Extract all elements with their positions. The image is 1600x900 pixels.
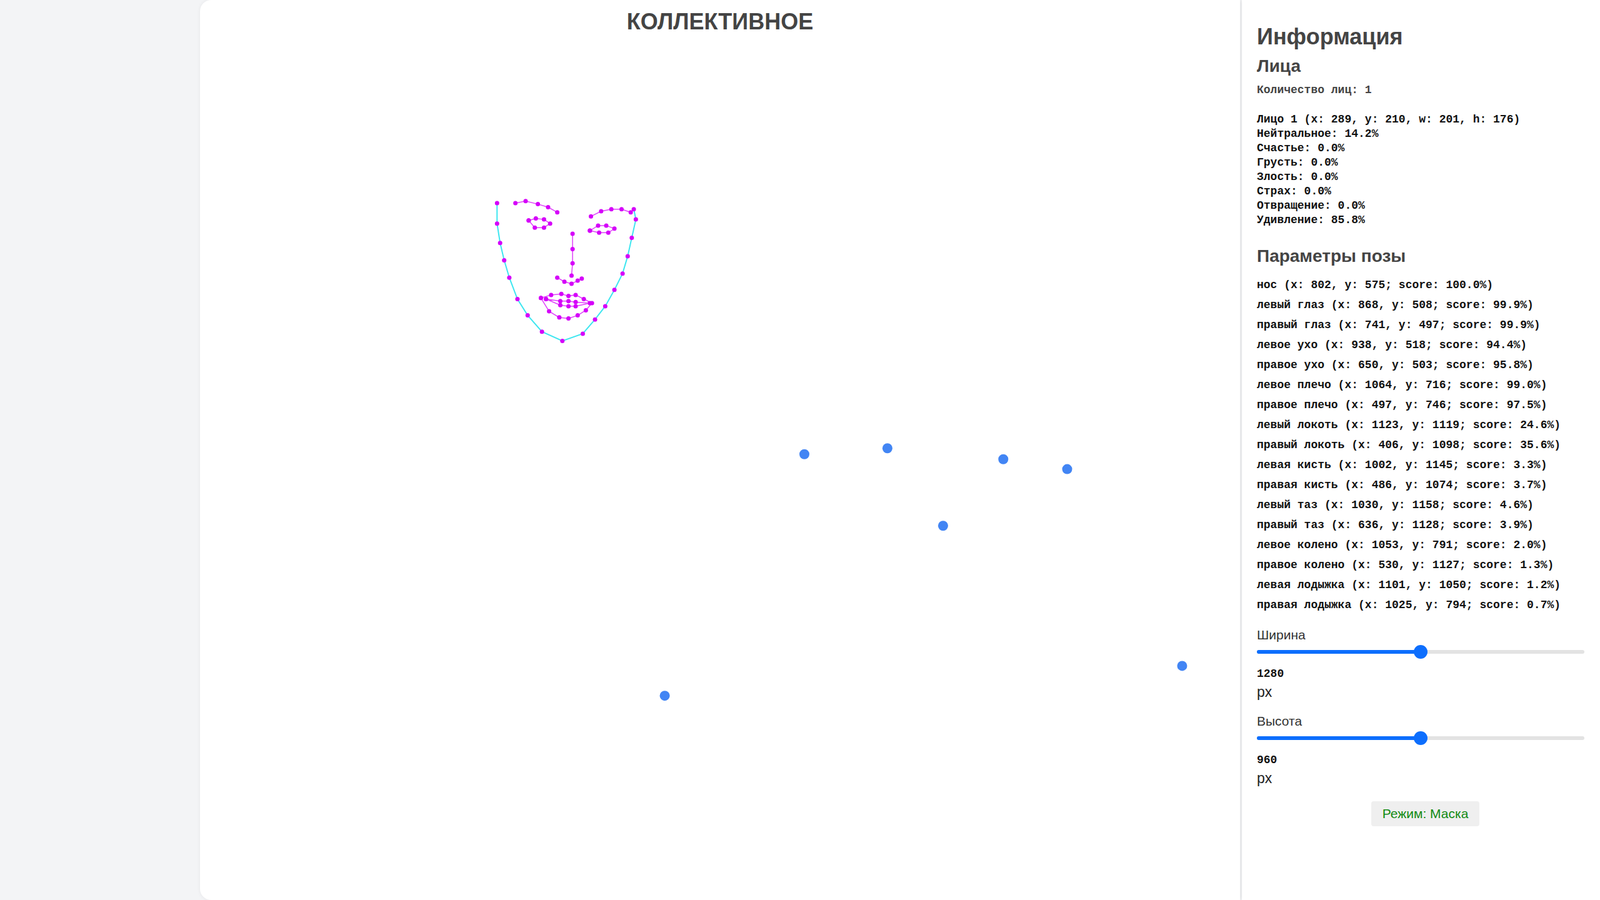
slider-group: Ширина 1280 px [1256,627,1594,702]
pose-dot [799,449,810,460]
faces-count: Количество лиц: 1 [1256,83,1594,97]
pose-points [660,443,1188,701]
pose-row: левое ухо (x: 938, y: 518; score: 94.4%) [1256,335,1594,355]
pose-dot [882,443,893,454]
pose-row: правое колено (x: 530, y: 1127; score: 1… [1256,555,1594,575]
slider-thumb[interactable] [1413,731,1428,745]
slider-group: Высота 960 px [1256,713,1594,788]
slider-value: 1280 [1256,665,1594,683]
face-block: Лицо 1 (x: 289, y: 210, w: 201, h: 176) … [1256,112,1594,228]
emotion-row: Счастье: 0.0% [1256,141,1594,156]
emotion-row: Нейтральное: 14.2% [1256,126,1594,142]
pose-dot [660,690,670,701]
info-heading: Информация [1256,23,1594,50]
emotion-row: Страх: 0.0% [1256,184,1594,199]
slider-thumb[interactable] [1413,645,1428,659]
pose-row: правое плечо (x: 497, y: 746; score: 97.… [1256,395,1594,415]
pose-row: левая лодыжка (x: 1101, y: 1050; score: … [1256,575,1594,595]
pose-row: нос (x: 802, y: 575; score: 100.0%) [1256,275,1594,295]
pose-row: левый локоть (x: 1123, y: 1119; score: 2… [1256,415,1594,435]
pose-row: правая кисть (x: 486, y: 1074; score: 3.… [1256,475,1594,495]
pose-row: левая кисть (x: 1002, y: 1145; score: 3.… [1256,455,1594,475]
slider-label: Высота [1256,713,1594,729]
slider[interactable] [1256,650,1585,654]
mode-button[interactable]: Режим: Маска [1371,801,1480,827]
face-mask [495,198,639,344]
pose-row: левое плечо (x: 1064, y: 716; score: 99.… [1256,375,1594,395]
pose-dot [1061,464,1072,475]
canvas-card: КОЛЛЕКТИВНОЕ [200,0,1240,900]
emotion-row: Удивление: 85.8% [1256,213,1594,228]
slider[interactable] [1256,736,1585,740]
pose-dot [938,520,949,531]
page: КОЛЛЕКТИВНОЕ Информация Лица Количество … [0,0,1600,900]
pose-row: правый таз (x: 636, y: 1128; score: 3.9%… [1256,515,1594,535]
pose-row: левое колено (x: 1053, y: 791; score: 2.… [1256,535,1594,555]
emotion-row: Злость: 0.0% [1256,170,1594,185]
info-panel: Информация Лица Количество лиц: 1 Лицо 1… [1241,0,1600,900]
overlay-canvas [200,0,1240,900]
pose-list: нос (x: 802, y: 575; score: 100.0%)левый… [1256,275,1594,615]
pose-row: левый глаз (x: 868, y: 508; score: 99.9%… [1256,295,1594,315]
emotion-row: Грусть: 0.0% [1256,155,1594,170]
pose-row: правое ухо (x: 650, y: 503; score: 95.8%… [1256,355,1594,375]
face-label: Лицо 1 (x: 289, y: 210, w: 201, h: 176) [1256,112,1594,127]
title: КОЛЛЕКТИВНОЕ [200,0,1240,35]
pose-row: левый таз (x: 1030, y: 1158; score: 4.6%… [1256,495,1594,515]
slider-value: 960 [1256,751,1594,769]
emotion-row: Отвращение: 0.0% [1256,198,1594,214]
pose-dot [998,454,1009,465]
slider-unit: px [1256,682,1594,702]
faces-heading: Лица [1256,56,1594,77]
pose-dot [1176,660,1187,671]
pose-row: правая лодыжка (x: 1025, y: 794; score: … [1256,595,1594,615]
slider-label: Ширина [1256,627,1594,643]
pose-row: правый глаз (x: 741, y: 497; score: 99.9… [1256,315,1594,335]
pose-heading: Параметры позы [1256,246,1594,267]
slider-unit: px [1256,768,1594,788]
pose-row: правый локоть (x: 406, y: 1098; score: 3… [1256,435,1594,455]
